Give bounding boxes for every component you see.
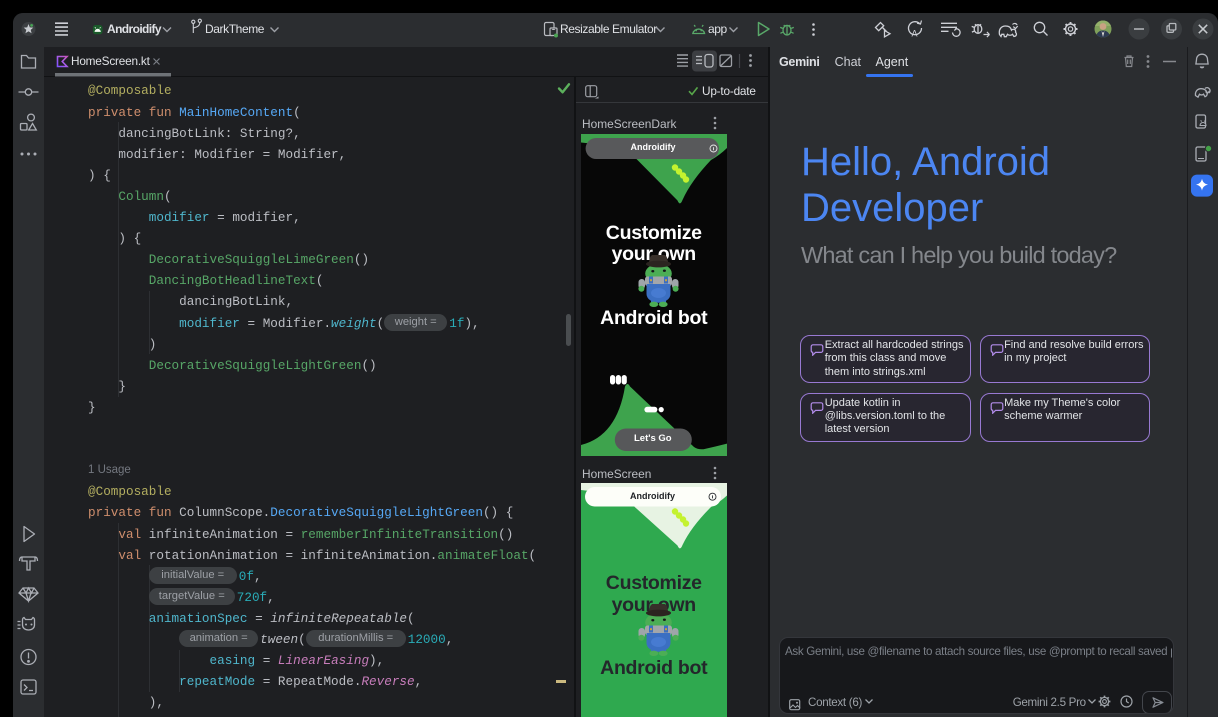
svg-text:A: A [912,29,918,39]
